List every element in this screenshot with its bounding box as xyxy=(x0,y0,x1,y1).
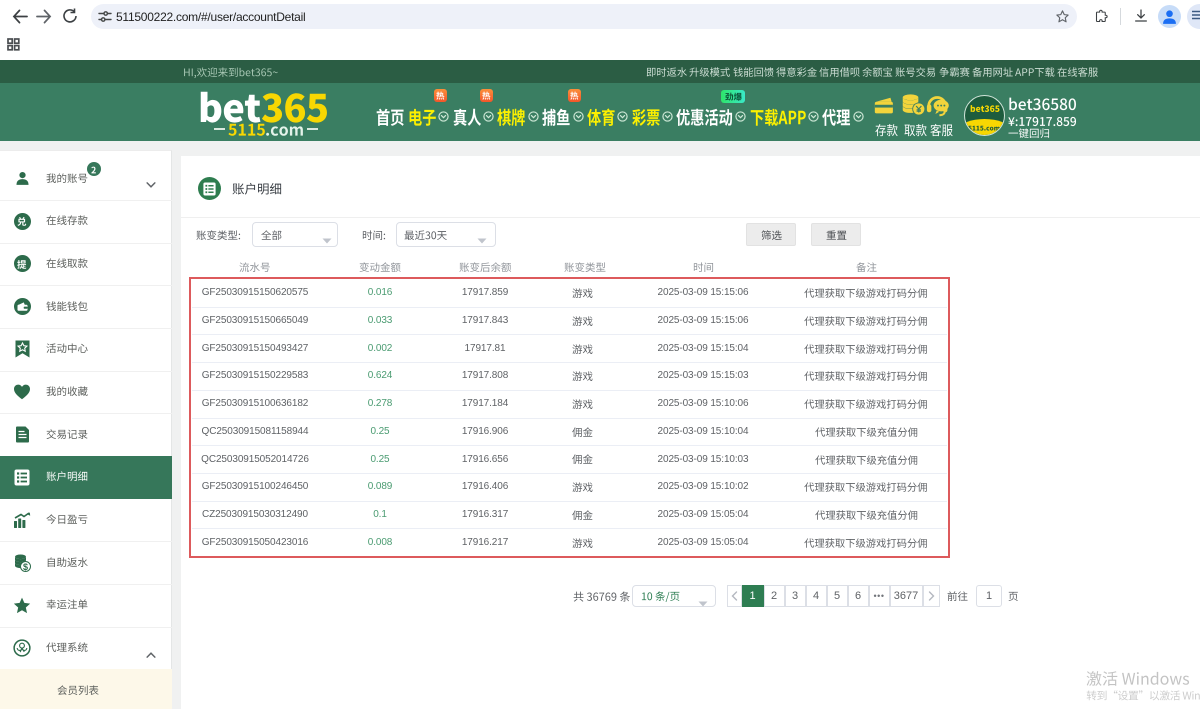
svg-text:$: $ xyxy=(22,561,27,571)
